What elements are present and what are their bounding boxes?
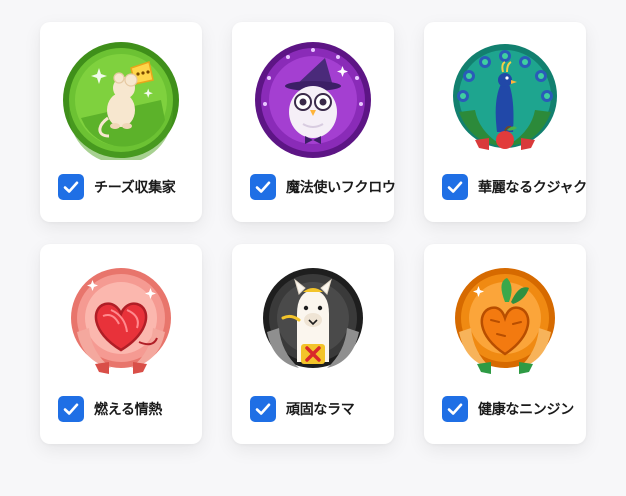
achievement-grid: チーズ収集家 魔法使いフクロウ 華麗なるクジャク 燃える情熱 頑固なラマ 健康な…	[0, 0, 626, 496]
badge-card-stubborn-llama[interactable]: 頑固なラマ	[232, 244, 394, 444]
badge-card-cheese-collector[interactable]: チーズ収集家	[40, 22, 202, 222]
badge-card-healthy-carrot[interactable]: 健康なニンジン	[424, 244, 586, 444]
peacock-icon	[445, 40, 565, 160]
badge-checkbox[interactable]	[250, 396, 276, 422]
badge-checkbox[interactable]	[442, 174, 468, 200]
badge-label: 魔法使いフクロウ	[286, 180, 396, 196]
badge-label: 健康なニンジン	[478, 402, 574, 418]
badge-checkbox[interactable]	[442, 396, 468, 422]
checkmark-icon	[447, 403, 463, 415]
badge-card-peacock[interactable]: 華麗なるクジャク	[424, 22, 587, 222]
badge-label: 頑固なラマ	[286, 402, 355, 418]
badge-label: 華麗なるクジャク	[478, 180, 587, 196]
yarn-heart-icon	[61, 262, 181, 382]
wizard-owl-icon	[253, 40, 373, 160]
badge-checkbox[interactable]	[58, 396, 84, 422]
checkmark-icon	[63, 403, 79, 415]
checkmark-icon	[255, 403, 271, 415]
checkmark-icon	[447, 181, 463, 193]
checkmark-icon	[255, 181, 271, 193]
badge-card-wizard-owl[interactable]: 魔法使いフクロウ	[232, 22, 396, 222]
badge-label: 燃える情熱	[94, 402, 163, 418]
badge-label: チーズ収集家	[94, 180, 176, 196]
badge-checkbox[interactable]	[250, 174, 276, 200]
badge-card-burning-passion[interactable]: 燃える情熱	[40, 244, 202, 444]
llama-icon	[253, 262, 373, 382]
badge-checkbox[interactable]	[58, 174, 84, 200]
mouse-cheese-icon	[61, 40, 181, 160]
checkmark-icon	[63, 181, 79, 193]
carrot-heart-icon	[445, 262, 565, 382]
